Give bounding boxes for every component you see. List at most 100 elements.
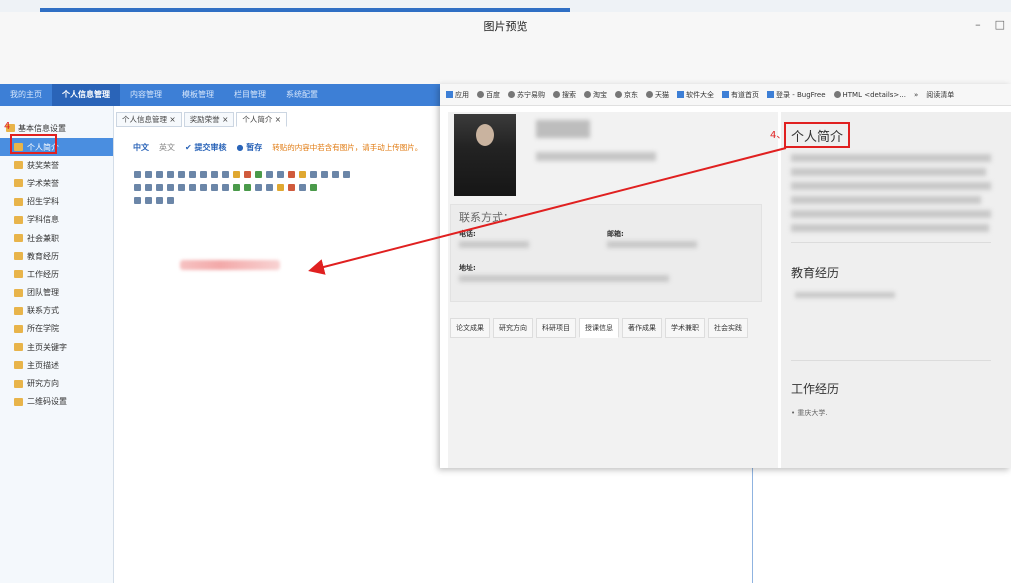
- sidebar-item-description[interactable]: 主页描述: [0, 356, 113, 374]
- tab-teaching[interactable]: 授课信息: [579, 318, 619, 338]
- sidebar-item-discipline[interactable]: 学科信息: [0, 211, 113, 229]
- bookmark-bugfree[interactable]: 登录 - BugFree: [767, 90, 826, 100]
- bookmark-software[interactable]: 软件大全: [677, 90, 714, 100]
- editor-divider: [752, 468, 753, 583]
- tab-social-practice[interactable]: 社会实践: [708, 318, 748, 338]
- lang-zh-tab[interactable]: 中文: [133, 142, 149, 153]
- globe-icon: [646, 90, 653, 98]
- bookmark-youdao[interactable]: 有道首页: [722, 90, 759, 100]
- multi-image-icon[interactable]: [244, 184, 251, 191]
- subscript-icon[interactable]: [222, 171, 229, 178]
- sidebar-item-label: 获奖荣誉: [27, 160, 59, 170]
- bookmark-suning[interactable]: 苏宁易购: [508, 90, 545, 100]
- clear-doc-icon[interactable]: [343, 171, 350, 178]
- paste-plain-icon[interactable]: [277, 171, 284, 178]
- preview-icon[interactable]: [145, 197, 152, 204]
- print-icon[interactable]: [134, 197, 141, 204]
- redo-icon[interactable]: [145, 171, 152, 178]
- nav-template[interactable]: 模板管理: [172, 84, 224, 106]
- eraser-icon[interactable]: [244, 171, 251, 178]
- html-source-icon[interactable]: [167, 197, 174, 204]
- sidebar-item-qrcode[interactable]: 二维码设置: [0, 393, 113, 411]
- bookmark-baidu[interactable]: 百度: [477, 90, 500, 100]
- align-left-icon[interactable]: [134, 184, 141, 191]
- video-icon[interactable]: [255, 184, 262, 191]
- bold-icon[interactable]: [156, 171, 163, 178]
- tab-intro[interactable]: 个人简介 ×: [236, 112, 288, 127]
- nav-content[interactable]: 内容管理: [120, 84, 172, 106]
- border-icon[interactable]: [189, 171, 196, 178]
- paw-icon: [477, 90, 484, 98]
- font-family-icon[interactable]: [178, 184, 185, 191]
- undo-icon[interactable]: [134, 171, 141, 178]
- close-icon[interactable]: ×: [169, 115, 175, 124]
- sidebar-item-contact[interactable]: 联系方式: [0, 302, 113, 320]
- lang-en-tab[interactable]: 英文: [159, 142, 175, 153]
- tab-personal-info[interactable]: 个人信息管理 ×: [116, 112, 182, 127]
- preview-title-bar: 图片预览 – □: [0, 12, 1011, 84]
- sidebar-item-awards[interactable]: 获奖荣誉: [0, 156, 113, 174]
- sidebar-item-team[interactable]: 团队管理: [0, 284, 113, 302]
- profile-photo: [454, 114, 516, 196]
- underline-icon[interactable]: [178, 171, 185, 178]
- submit-review-button[interactable]: ✔ 提交审核: [185, 142, 227, 153]
- code-icon[interactable]: [310, 184, 317, 191]
- nav-home[interactable]: 我的主页: [0, 84, 52, 106]
- font-size-icon[interactable]: [189, 184, 196, 191]
- font-color-icon[interactable]: [288, 171, 295, 178]
- close-icon[interactable]: ×: [275, 115, 281, 124]
- italic-icon[interactable]: [167, 171, 174, 178]
- bookmark-taobao[interactable]: 淘宝: [584, 90, 607, 100]
- nav-system[interactable]: 系统配置: [276, 84, 328, 106]
- sidebar-item-label: 联系方式: [27, 306, 59, 316]
- nav-column[interactable]: 栏目管理: [224, 84, 276, 106]
- map-icon[interactable]: [288, 184, 295, 191]
- ordered-list-icon[interactable]: [310, 171, 317, 178]
- unlink-icon[interactable]: [211, 184, 218, 191]
- tab-papers[interactable]: 论文成果: [450, 318, 490, 338]
- unordered-list-icon[interactable]: [321, 171, 328, 178]
- bookmark-html-details[interactable]: HTML <details>...: [833, 90, 906, 99]
- sidebar-item-college[interactable]: 所在学院: [0, 320, 113, 338]
- bookmark-apps[interactable]: 应用: [446, 90, 469, 100]
- bookmarks-overflow[interactable]: »: [914, 91, 918, 99]
- tab-books[interactable]: 著作成果: [622, 318, 662, 338]
- link-icon[interactable]: [200, 184, 207, 191]
- highlight-icon[interactable]: [299, 171, 306, 178]
- sidebar-item-education[interactable]: 教育经历: [0, 247, 113, 265]
- align-right-icon[interactable]: [156, 184, 163, 191]
- anchor-icon[interactable]: [222, 184, 229, 191]
- justify-icon[interactable]: [167, 184, 174, 191]
- nav-personal-info[interactable]: 个人信息管理: [52, 84, 120, 106]
- bookmark-tmall[interactable]: 天猫: [646, 90, 669, 100]
- sidebar-item-keywords[interactable]: 主页关键字: [0, 338, 113, 356]
- strikethrough-icon[interactable]: [200, 171, 207, 178]
- select-all-icon[interactable]: [332, 171, 339, 178]
- music-icon[interactable]: [266, 184, 273, 191]
- auto-format-icon[interactable]: [255, 171, 262, 178]
- format-brush-icon[interactable]: [233, 171, 240, 178]
- emotion-icon[interactable]: [277, 184, 284, 191]
- sidebar-item-work[interactable]: 工作经历: [0, 265, 113, 283]
- tab-projects[interactable]: 科研项目: [536, 318, 576, 338]
- attachment-icon[interactable]: [299, 184, 306, 191]
- align-center-icon[interactable]: [145, 184, 152, 191]
- reading-list[interactable]: 阅读清单: [926, 90, 954, 100]
- minimize-button[interactable]: –: [975, 18, 981, 31]
- bookmark-jd[interactable]: 京东: [615, 90, 638, 100]
- tab-academic-roles[interactable]: 学术兼职: [665, 318, 705, 338]
- tab-awards[interactable]: 奖励荣誉 ×: [183, 112, 235, 127]
- bookmark-search[interactable]: 搜索: [553, 90, 576, 100]
- find-icon[interactable]: [156, 197, 163, 204]
- image-icon[interactable]: [233, 184, 240, 191]
- sidebar-item-enrollment[interactable]: 招生学科: [0, 193, 113, 211]
- maximize-button[interactable]: □: [995, 18, 1005, 31]
- sidebar-item-academic-honors[interactable]: 学术荣誉: [0, 174, 113, 192]
- close-icon[interactable]: ×: [222, 115, 228, 124]
- tab-research[interactable]: 研究方向: [493, 318, 533, 338]
- save-draft-button[interactable]: ● 暂存: [237, 142, 263, 153]
- superscript-icon[interactable]: [211, 171, 218, 178]
- sidebar-item-research[interactable]: 研究方向: [0, 374, 113, 392]
- sidebar-item-social-roles[interactable]: 社会兼职: [0, 229, 113, 247]
- blockquote-icon[interactable]: [266, 171, 273, 178]
